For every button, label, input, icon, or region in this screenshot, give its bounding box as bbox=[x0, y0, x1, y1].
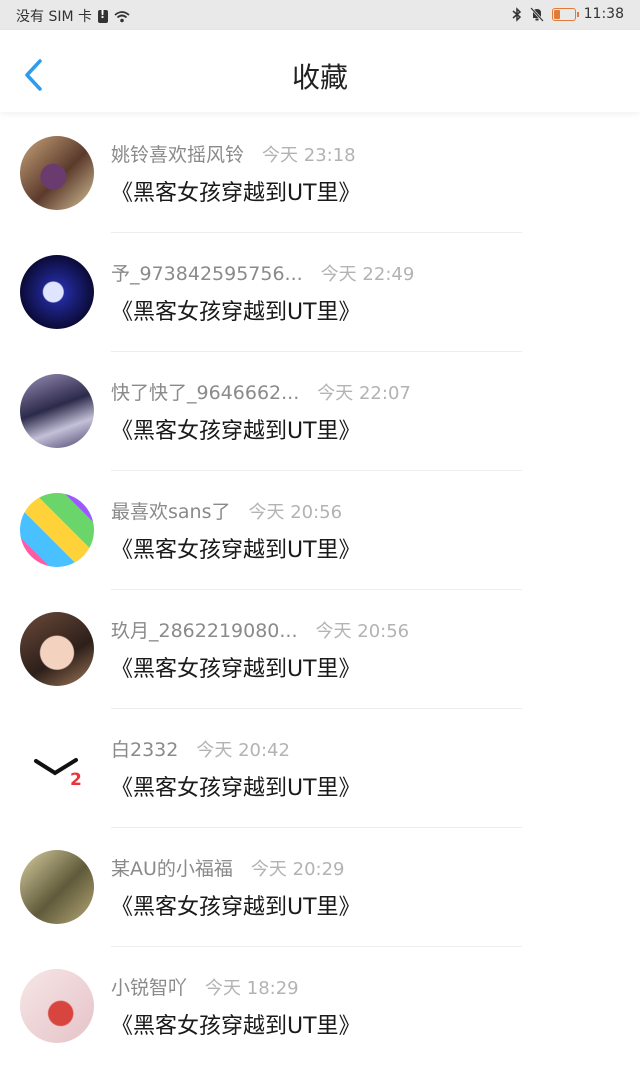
book-title[interactable]: 《黑客女孩穿越到UT里》 bbox=[111, 175, 361, 207]
mute-bell-icon bbox=[529, 6, 544, 22]
list-item[interactable]: 2 白2332 今天 20:42 《黑客女孩穿越到UT里》 bbox=[0, 709, 640, 828]
status-right: 11:38 bbox=[512, 6, 624, 22]
item-meta: 最喜欢sans了 今天 20:56 bbox=[111, 497, 342, 524]
username[interactable]: 白2332 bbox=[111, 735, 178, 762]
timestamp: 今天 20:56 bbox=[248, 502, 343, 523]
status-left: 没有 SIM 卡 bbox=[16, 6, 130, 26]
avatar[interactable] bbox=[20, 255, 94, 329]
book-title[interactable]: 《黑客女孩穿越到UT里》 bbox=[111, 651, 361, 683]
item-meta: 小锐智吖 今天 18:29 bbox=[111, 973, 299, 1000]
list-item[interactable]: 快了快了_9646662... 今天 22:07 《黑客女孩穿越到UT里》 bbox=[0, 352, 640, 471]
timestamp: 今天 22:07 bbox=[317, 383, 411, 404]
list-item[interactable]: 玖月_2862219080... 今天 20:56 《黑客女孩穿越到UT里》 bbox=[0, 590, 640, 709]
avatar[interactable] bbox=[20, 374, 94, 448]
list-item[interactable]: 姚铃喜欢摇风铃 今天 23:18 《黑客女孩穿越到UT里》 bbox=[0, 114, 640, 233]
timestamp: 今天 18:29 bbox=[205, 978, 299, 999]
book-title[interactable]: 《黑客女孩穿越到UT里》 bbox=[111, 889, 361, 921]
username[interactable]: 姚铃喜欢摇风铃 bbox=[111, 140, 244, 167]
item-meta: 予_973842595756... 今天 22:49 bbox=[111, 259, 414, 286]
timestamp: 今天 20:29 bbox=[250, 859, 345, 880]
header: 收藏 bbox=[0, 30, 640, 112]
list-item[interactable]: 小锐智吖 今天 18:29 《黑客女孩穿越到UT里》 bbox=[0, 947, 640, 1066]
bluetooth-icon bbox=[512, 6, 521, 22]
wifi-icon bbox=[114, 10, 130, 22]
list-item[interactable]: 予_973842595756... 今天 22:49 《黑客女孩穿越到UT里》 bbox=[0, 233, 640, 352]
avatar-logo-icon: 2 bbox=[34, 758, 82, 790]
battery-icon bbox=[551, 7, 579, 21]
avatar[interactable] bbox=[20, 612, 94, 686]
avatar[interactable]: 2 bbox=[20, 731, 94, 805]
item-meta: 某AU的小福福 今天 20:29 bbox=[111, 854, 345, 881]
timestamp: 今天 20:56 bbox=[315, 621, 410, 642]
book-title[interactable]: 《黑客女孩穿越到UT里》 bbox=[111, 532, 361, 564]
timestamp: 今天 20:42 bbox=[196, 740, 290, 761]
username[interactable]: 快了快了_9646662... bbox=[111, 378, 299, 405]
username[interactable]: 予_973842595756... bbox=[111, 259, 303, 286]
item-meta: 白2332 今天 20:42 bbox=[111, 735, 290, 762]
book-title[interactable]: 《黑客女孩穿越到UT里》 bbox=[111, 1008, 361, 1040]
carrier-text: 没有 SIM 卡 bbox=[16, 9, 92, 25]
status-bar: 没有 SIM 卡 11:38 bbox=[0, 0, 640, 30]
item-meta: 玖月_2862219080... 今天 20:56 bbox=[111, 616, 409, 643]
avatar[interactable] bbox=[20, 136, 94, 210]
username[interactable]: 某AU的小福福 bbox=[111, 854, 233, 881]
timestamp: 今天 22:49 bbox=[320, 264, 415, 285]
username[interactable]: 玖月_2862219080... bbox=[111, 616, 298, 643]
avatar[interactable] bbox=[20, 493, 94, 567]
page-title: 收藏 bbox=[291, 61, 348, 94]
item-meta: 快了快了_9646662... 今天 22:07 bbox=[111, 378, 411, 405]
list-item[interactable]: 最喜欢sans了 今天 20:56 《黑客女孩穿越到UT里》 bbox=[0, 471, 640, 590]
list-item[interactable]: 某AU的小福福 今天 20:29 《黑客女孩穿越到UT里》 bbox=[0, 828, 640, 947]
username[interactable]: 小锐智吖 bbox=[111, 973, 187, 1000]
username[interactable]: 最喜欢sans了 bbox=[111, 497, 230, 524]
book-title[interactable]: 《黑客女孩穿越到UT里》 bbox=[111, 413, 361, 445]
clock: 11:38 bbox=[583, 6, 624, 22]
book-title[interactable]: 《黑客女孩穿越到UT里》 bbox=[111, 770, 361, 802]
item-meta: 姚铃喜欢摇风铃 今天 23:18 bbox=[111, 140, 356, 167]
book-title[interactable]: 《黑客女孩穿越到UT里》 bbox=[111, 294, 361, 326]
sim-warning-icon bbox=[98, 8, 108, 23]
timestamp: 今天 23:18 bbox=[262, 145, 356, 166]
avatar[interactable] bbox=[20, 969, 94, 1043]
avatar[interactable] bbox=[20, 850, 94, 924]
favorites-list: 姚铃喜欢摇风铃 今天 23:18 《黑客女孩穿越到UT里》 予_97384259… bbox=[0, 114, 640, 1066]
svg-text:2: 2 bbox=[70, 770, 82, 790]
